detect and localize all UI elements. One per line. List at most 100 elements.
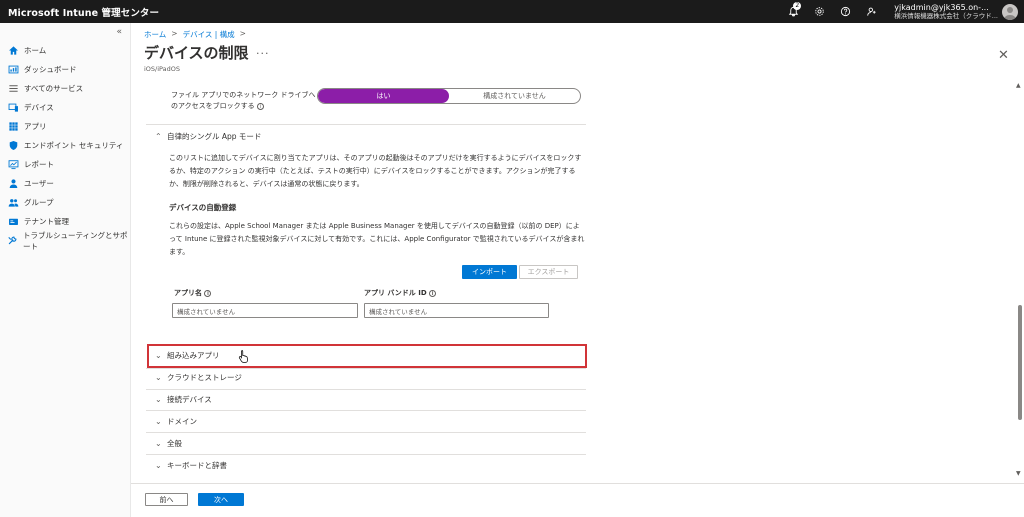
account-name: yjkadmin@yjk365.on-...	[894, 2, 989, 12]
collapse-sidebar-icon[interactable]: «	[116, 27, 122, 37]
page-title: デバイスの制限	[144, 44, 249, 62]
shield-icon	[7, 140, 19, 152]
section-keyboard-dictionary[interactable]: ⌄ キーボードと辞書	[155, 455, 580, 477]
sidebar-item-label: エンドポイント セキュリティ	[24, 141, 124, 150]
dashboard-icon	[7, 64, 19, 76]
account-org: 横浜情報機器株式会社（クラウド...	[894, 11, 998, 20]
export-button[interactable]: エクスポート	[519, 265, 578, 279]
sidebar-item-apps[interactable]: アプリ	[0, 117, 131, 136]
top-bar: Microsoft Intune 管理センター 2 yjkadmin@yjk36…	[0, 0, 1024, 23]
section-title: 接続デバイス	[167, 395, 212, 404]
section-cloud-storage[interactable]: ⌄ クラウドとストレージ	[155, 367, 580, 389]
scroll-up-arrow-icon[interactable]: ▲	[1016, 82, 1021, 89]
account-info[interactable]: yjkadmin@yjk365.on-... 横浜情報機器株式会社（クラウド..…	[884, 3, 1002, 21]
sidebar-item-all-services[interactable]: すべてのサービス	[0, 79, 131, 98]
sidebar-item-groups[interactable]: グループ	[0, 193, 131, 212]
section-header: ⌄ クラウドとストレージ	[155, 367, 580, 388]
column-label-text: アプリ名	[174, 289, 202, 297]
home-icon	[7, 45, 19, 57]
section-title: 全般	[167, 439, 182, 448]
feedback-icon[interactable]	[858, 0, 884, 23]
sidebar-item-troubleshooting[interactable]: トラブルシューティングとサポート	[0, 230, 131, 251]
section-connected-devices[interactable]: ⌄ 接続デバイス	[155, 389, 580, 411]
chevron-down-icon: ⌄	[155, 373, 162, 382]
sidebar-item-users[interactable]: ユーザー	[0, 174, 131, 193]
apps-grid-icon	[7, 121, 19, 133]
file-network-drive-label: ファイル アプリでのネットワーク ドライブへのアクセスをブロックする i	[171, 90, 316, 112]
breadcrumb-separator: >	[171, 29, 178, 38]
setting-label-text: ファイル アプリでのネットワーク ドライブへのアクセスをブロックする	[171, 91, 316, 110]
toggle-option-not-configured[interactable]: 構成されていません	[449, 89, 580, 103]
breadcrumb-devices-config-link[interactable]: デバイス | 構成	[183, 29, 235, 40]
avatar[interactable]	[1002, 3, 1018, 20]
close-icon[interactable]: ✕	[998, 48, 1009, 63]
next-button[interactable]: 次へ	[198, 493, 244, 506]
toggle-option-yes[interactable]: はい	[318, 89, 449, 103]
chevron-down-icon: ⌄	[155, 461, 162, 470]
app-title[interactable]: Microsoft Intune 管理センター	[0, 5, 159, 19]
sidebar-item-label: アプリ	[24, 122, 47, 131]
device-icon	[7, 102, 19, 114]
section-header: ⌄ ドメイン	[155, 411, 580, 432]
sidebar-item-label: ホーム	[24, 46, 47, 55]
chevron-down-icon: ⌄	[155, 395, 162, 404]
list-icon	[7, 83, 19, 95]
breadcrumb: ホーム > デバイス | 構成 >	[144, 29, 246, 40]
app-name-input[interactable]: 構成されていません	[172, 303, 358, 318]
wrench-icon	[7, 235, 18, 247]
section-domains[interactable]: ⌄ ドメイン	[155, 411, 580, 433]
group-icon	[7, 197, 19, 209]
report-icon	[7, 159, 19, 171]
help-icon[interactable]	[832, 0, 858, 23]
column-label-text: アプリ バンドル ID	[364, 289, 427, 297]
section-title: ドメイン	[167, 417, 197, 426]
sidebar-item-label: デバイス	[24, 103, 54, 112]
sidebar-item-devices[interactable]: デバイス	[0, 98, 131, 117]
notification-badge: 2	[793, 2, 802, 10]
more-options-button[interactable]: ...	[256, 44, 270, 57]
bundle-id-input[interactable]: 構成されていません	[364, 303, 549, 318]
breadcrumb-home-link[interactable]: ホーム	[144, 29, 166, 40]
gear-icon[interactable]	[806, 0, 832, 23]
info-icon[interactable]: i	[256, 102, 264, 110]
chevron-up-icon: ⌃	[155, 131, 162, 141]
import-button[interactable]: インポート	[462, 265, 517, 279]
scrollbar-thumb[interactable]	[1018, 305, 1022, 420]
sidebar-item-label: ダッシュボード	[24, 65, 77, 74]
info-icon[interactable]: i	[204, 289, 212, 297]
page-subtitle: iOS/iPadOS	[144, 65, 181, 73]
hand-cursor-icon	[238, 350, 248, 363]
sidebar-item-home[interactable]: ホーム	[0, 41, 131, 60]
section-general[interactable]: ⌄ 全般	[155, 433, 580, 455]
chevron-down-icon: ⌄	[155, 439, 162, 448]
sidebar-item-dashboard[interactable]: ダッシュボード	[0, 60, 131, 79]
divider	[146, 124, 586, 125]
autonomous-single-app-header[interactable]: ⌃ 自律的シングル App モード	[155, 130, 261, 142]
sidebar-item-reports[interactable]: レポート	[0, 155, 131, 174]
info-icon[interactable]: i	[429, 289, 437, 297]
scroll-down-arrow-icon[interactable]: ▼	[1016, 470, 1021, 477]
section-title: キーボードと辞書	[167, 461, 227, 470]
section-header: ⌄ 全般	[155, 433, 580, 454]
sidebar-item-label: グループ	[24, 198, 54, 207]
section-header: ⌄ キーボードと辞書	[155, 455, 580, 476]
sidebar-item-endpoint-security[interactable]: エンドポイント セキュリティ	[0, 136, 131, 155]
app-name-column-label: アプリ名 i	[174, 288, 212, 298]
section-title: 自律的シングル App モード	[167, 131, 262, 141]
sidebar-item-label: ユーザー	[24, 179, 54, 188]
breadcrumb-separator: >	[239, 29, 246, 38]
chevron-down-icon: ⌄	[155, 417, 162, 426]
tenant-icon	[7, 216, 19, 228]
bundle-id-column-label: アプリ バンドル ID i	[364, 288, 437, 298]
previous-button[interactable]: 前へ	[145, 493, 188, 506]
sidebar-item-tenant-admin[interactable]: テナント管理	[0, 212, 131, 231]
bell-icon[interactable]: 2	[780, 0, 806, 23]
section-title: クラウドとストレージ	[167, 373, 242, 382]
sidebar-item-label: トラブルシューティングとサポート	[23, 230, 128, 251]
footer-divider	[131, 483, 1024, 484]
sidebar: « ホーム ダッシュボード すべてのサービス デバイス アプリ エンドポイント …	[0, 23, 131, 517]
user-icon	[7, 178, 19, 190]
section-header: ⌄ 接続デバイス	[155, 389, 580, 410]
file-network-drive-toggle[interactable]: はい 構成されていません	[317, 88, 581, 104]
sidebar-item-label: すべてのサービス	[24, 84, 84, 93]
